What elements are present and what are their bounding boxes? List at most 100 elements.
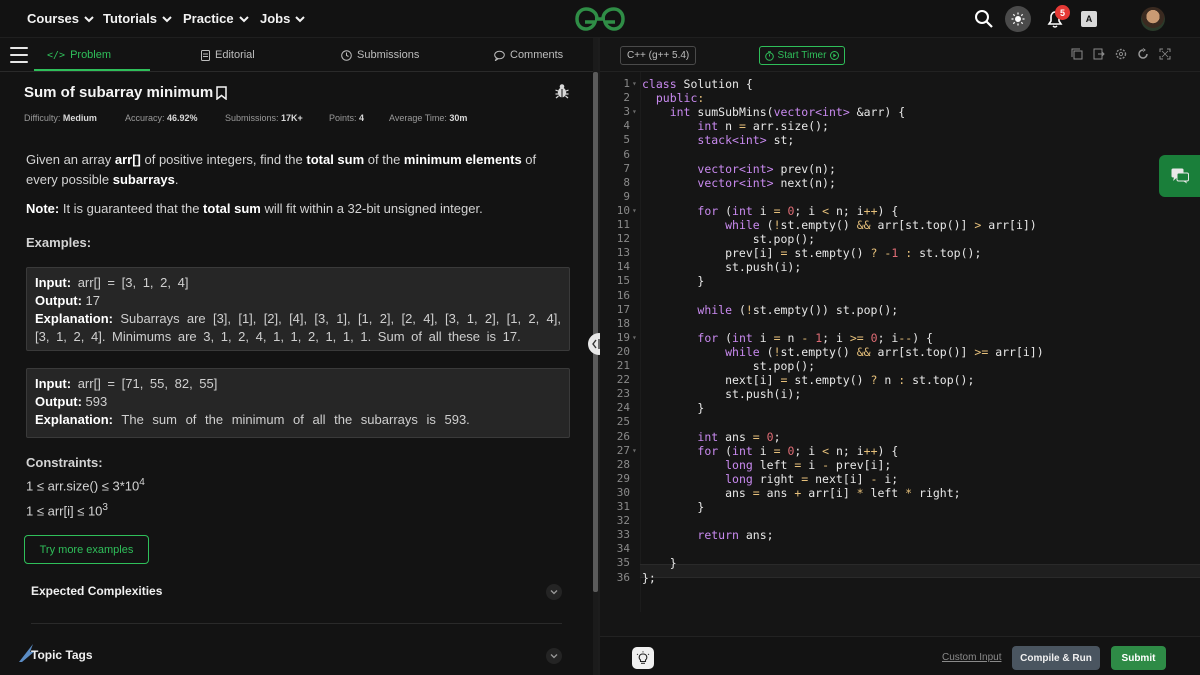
statement-bold: subarrays [112,172,175,187]
note-bold: total sum [203,201,261,216]
explanation-text: Subarrays are [3], [1], [2], [4], [3, 1]… [35,311,561,344]
fold-toggle-icon[interactable]: ▾ [632,206,637,215]
example-box: Input: arr[] = [71, 55, 82, 55] Output: … [26,368,570,438]
import-file-icon[interactable] [1093,48,1105,60]
submit-button[interactable]: Submit [1111,646,1166,670]
line-number: 2 [623,91,630,105]
custom-input-link[interactable]: Custom Input [942,652,1001,663]
constraint-exponent: 3 [102,502,108,513]
code-line[interactable]: for (int i = 0; i < n; i++) { [642,204,898,218]
nav-tutorials-label: Tutorials [103,11,157,26]
accuracy-value: 46.92% [167,113,198,123]
line-number: 8 [623,175,630,189]
code-line[interactable]: return ans; [642,528,773,542]
avatar[interactable] [1141,7,1165,31]
line-number: 35 [616,556,630,570]
code-line[interactable]: next[i] = st.empty() ? n : st.top(); [642,373,974,387]
nav-practice[interactable]: Practice [183,11,250,26]
fullscreen-icon[interactable] [1159,48,1171,60]
language-select[interactable]: C++ (g++ 5.4) [620,46,696,65]
fold-toggle-icon[interactable]: ▾ [632,333,637,342]
code-line[interactable]: public: [642,91,704,105]
code-editor[interactable]: 1 ▾ class Solution {2 public: 3 ▾ int sumSub… [600,72,1200,612]
code-line[interactable]: while (!st.empty() && arr[st.top()] >= a… [642,345,1044,359]
code-line[interactable]: int n = arr.size(); [642,119,829,133]
line-number: 16 [616,288,630,302]
search-icon[interactable] [974,9,994,29]
chat-button[interactable] [1159,155,1200,197]
line-number: 14 [616,260,630,274]
code-line[interactable]: while (!st.empty() && arr[st.top()] > ar… [642,218,1037,232]
nav-jobs[interactable]: Jobs [260,11,306,26]
code-line[interactable]: ans = ans + arr[i] * left * right; [642,486,960,500]
avg-time-label: Average Time: [389,113,447,123]
fold-toggle-icon[interactable]: ▾ [632,107,637,116]
code-line[interactable]: st.push(i); [642,260,801,274]
code-line[interactable]: for (int i = n - 1; i >= 0; i--) { [642,331,933,345]
chevron-down-icon[interactable] [546,584,562,600]
fold-toggle-icon[interactable]: ▾ [632,446,637,455]
line-number: 18 [616,316,630,330]
menu-icon[interactable] [10,47,28,63]
chevron-down-icon[interactable] [546,648,562,664]
gfg-logo-icon[interactable] [575,6,625,32]
code-line[interactable]: long left = i - prev[i]; [642,458,891,472]
line-number: 4 [623,119,630,133]
nav-courses[interactable]: Courses [27,11,95,26]
code-line[interactable]: } [642,556,677,570]
code-line[interactable]: while (!st.empty()) st.pop(); [642,303,898,317]
code-line[interactable]: st.pop(); [642,359,815,373]
theme-toggle-button[interactable] [1005,6,1031,32]
nav-jobs-label: Jobs [260,11,291,26]
reset-icon[interactable] [1137,48,1149,60]
code-line[interactable]: st.pop(); [642,232,815,246]
topic-tags-heading[interactable]: Topic Tags [31,648,93,662]
code-line[interactable]: stack<int> st; [642,133,794,147]
line-number: 34 [616,542,630,556]
settings-icon[interactable] [1115,48,1127,60]
top-navbar: Courses Tutorials Practice Jobs 5 A [0,0,1200,38]
chat-icon [1171,168,1189,184]
tab-editorial[interactable]: Editorial [201,49,255,61]
translate-icon[interactable]: A [1081,11,1097,27]
try-more-examples-button[interactable]: Try more examples [24,535,149,564]
line-number: 21 [616,359,630,372]
code-line[interactable]: }; [642,571,656,585]
line-number: 19 [616,330,630,344]
code-line[interactable]: int sumSubMins(vector<int> &arr) { [642,105,905,119]
code-line[interactable]: } [642,401,704,415]
output-value: 593 [81,394,108,409]
code-line[interactable]: class Solution { [642,77,753,91]
tab-submissions[interactable]: Submissions [341,49,419,61]
bookmark-icon[interactable] [216,85,227,100]
bug-report-icon[interactable] [555,83,569,99]
problem-note: Note: It is guaranteed that the total su… [26,201,571,216]
code-line[interactable]: st.push(i); [642,387,801,401]
code-line[interactable]: int ans = 0; [642,430,780,444]
code-line[interactable]: } [642,500,704,514]
problem-tabs: </> Problem Editorial Submissions Commen… [0,38,593,72]
expected-complexities-heading[interactable]: Expected Complexities [31,584,162,598]
copy-icon[interactable] [1071,48,1083,60]
tab-comments[interactable]: Comments [494,49,563,61]
compile-run-button[interactable]: Compile & Run [1012,646,1100,670]
timer-icon [764,50,774,61]
code-line[interactable]: } [642,274,704,288]
sun-icon [1011,12,1025,26]
code-line[interactable]: for (int i = 0; i < n; i++) { [642,444,898,458]
hint-button[interactable] [632,647,654,669]
line-number: 27 [616,443,630,457]
code-line[interactable]: long right = next[i] - i; [642,472,898,486]
code-line[interactable]: vector<int> next(n); [642,176,835,190]
code-line[interactable]: prev[i] = st.empty() ? -1 : st.top(); [642,246,981,260]
code-line[interactable]: vector<int> prev(n); [642,162,835,176]
start-timer-button[interactable]: Start Timer [759,46,845,65]
example-explanation: Explanation: The sum of the minimum of a… [35,411,561,429]
statement-text: . [174,172,179,187]
line-number: 32 [616,514,630,528]
fold-toggle-icon[interactable]: ▾ [632,79,637,88]
constraints-heading: Constraints: [26,455,103,470]
nav-tutorials[interactable]: Tutorials [103,11,173,26]
tab-problem[interactable]: </> Problem [47,49,111,61]
problem-statement: Given an array arr[] of positive integer… [26,150,571,190]
